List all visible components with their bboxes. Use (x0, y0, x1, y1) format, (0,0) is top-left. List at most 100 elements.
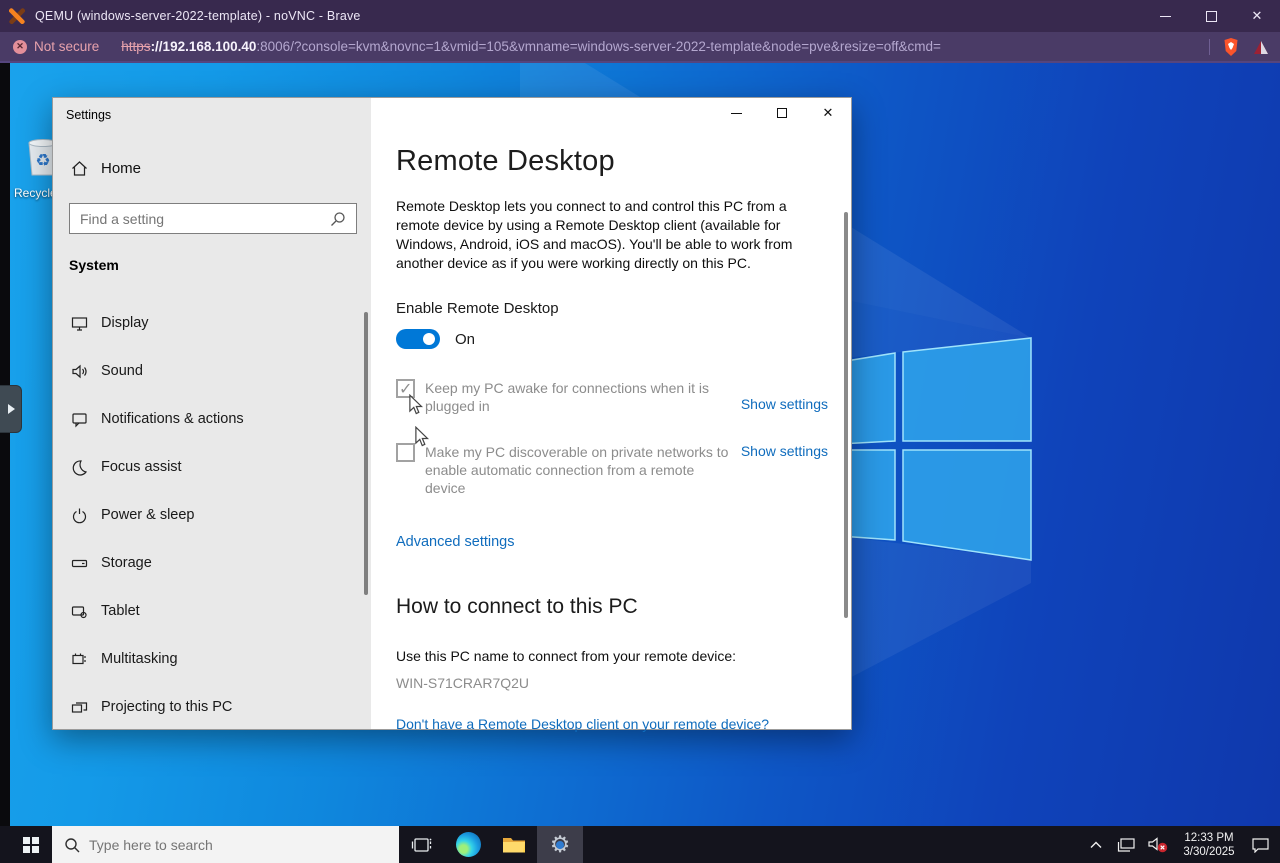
keep-awake-row: Keep my PC awake for connections when it… (396, 379, 828, 415)
clock-date: 3/30/2025 (1177, 845, 1241, 859)
taskbar-search-box[interactable] (52, 826, 399, 863)
url-scheme: https (121, 39, 150, 54)
discoverable-row: Make my PC discoverable on private netwo… (396, 443, 828, 497)
sidebar-item-focus-assist[interactable]: Focus assist (53, 443, 371, 491)
sidebar-item-projecting[interactable]: Projecting to this PC (53, 683, 371, 731)
minimize-icon (1160, 16, 1171, 17)
system-tray: 12:33 PM 3/30/2025 (1084, 826, 1280, 863)
display-icon (71, 315, 88, 332)
discoverable-label: Make my PC discoverable on private netwo… (425, 443, 731, 497)
svg-text:♻: ♻ (35, 151, 50, 170)
search-icon (64, 837, 80, 853)
sidebar-item-home[interactable]: Home (71, 160, 271, 177)
page-title: Remote Desktop (396, 145, 851, 178)
discoverable-checkbox[interactable] (396, 443, 415, 462)
page-intro-text: Remote Desktop lets you connect to and c… (396, 197, 812, 273)
novnc-control-bar-handle[interactable] (0, 385, 22, 433)
settings-search-input[interactable] (70, 211, 330, 227)
settings-window: ✕ Settings Home System Display (52, 97, 852, 730)
network-status-button[interactable] (1115, 826, 1139, 863)
start-button[interactable] (10, 826, 52, 863)
browser-maximize-button[interactable] (1188, 0, 1234, 32)
pc-name-instruction: Use this PC name to connect from your re… (396, 648, 851, 664)
settings-search-box[interactable] (69, 203, 357, 234)
content-scrollbar[interactable] (844, 212, 848, 618)
taskbar-search-input[interactable] (89, 837, 339, 853)
nav-label: Power & sleep (101, 507, 195, 523)
no-client-link[interactable]: Don't have a Remote Desktop client on yo… (396, 716, 851, 732)
remote-desktop-page: Remote Desktop Remote Desktop lets you c… (371, 98, 851, 729)
clock-time: 12:33 PM (1177, 831, 1241, 845)
task-view-icon (411, 836, 433, 854)
browser-window-title: QEMU (windows-server-2022-template) - no… (35, 9, 361, 23)
sidebar-item-multitasking[interactable]: Multitasking (53, 635, 371, 683)
browser-urlbar[interactable]: ✕ Not secure https://192.168.100.40:8006… (0, 32, 1280, 61)
brave-shield-icon[interactable] (1222, 37, 1240, 57)
urlbar-separator (1209, 39, 1210, 55)
extension-triangle-icon[interactable] (1252, 38, 1270, 56)
nav-label: Sound (101, 363, 143, 379)
edge-icon (456, 832, 481, 857)
browser-titlebar: QEMU (windows-server-2022-template) - no… (0, 0, 1280, 32)
search-icon (330, 211, 346, 227)
address-url[interactable]: https://192.168.100.40:8006/?console=kvm… (121, 39, 941, 54)
discoverable-show-settings-link[interactable]: Show settings (741, 443, 828, 459)
gear-center-dot (556, 841, 564, 849)
storage-icon (71, 555, 88, 572)
url-path: :8006/?console=kvm&novnc=1&vmid=105&vmna… (256, 39, 941, 54)
file-explorer-button[interactable] (491, 826, 537, 863)
settings-minimize-button[interactable] (713, 98, 759, 128)
sidebar-item-storage[interactable]: Storage (53, 539, 371, 587)
task-view-button[interactable] (399, 826, 445, 863)
sidebar-scrollbar[interactable] (364, 312, 368, 595)
multitasking-icon (71, 651, 88, 668)
pc-name-value: WIN-S71CRAR7Q2U (396, 675, 851, 691)
not-secure-icon[interactable]: ✕ (13, 40, 27, 54)
nav-label: Notifications & actions (101, 411, 244, 427)
settings-nav-list: Display Sound Notifications & actions Fo… (53, 299, 371, 731)
action-center-button[interactable] (1248, 826, 1272, 863)
settings-app-button[interactable]: ⚙ (537, 826, 583, 863)
toggle-knob (423, 333, 435, 345)
edge-browser-button[interactable] (445, 826, 491, 863)
nav-label: Display (101, 315, 149, 331)
show-hidden-icons-button[interactable] (1084, 826, 1108, 863)
nav-label: Tablet (101, 603, 140, 619)
enable-remote-desktop-label: Enable Remote Desktop (396, 300, 851, 317)
settings-maximize-button[interactable] (759, 98, 805, 128)
browser-minimize-button[interactable] (1142, 0, 1188, 32)
taskbar-clock[interactable]: 12:33 PM 3/30/2025 (1177, 831, 1241, 859)
notifications-icon (71, 411, 88, 428)
nav-label: Storage (101, 555, 152, 571)
how-to-connect-title: How to connect to this PC (396, 595, 851, 619)
mouse-cursor (408, 394, 424, 416)
keep-awake-show-settings-link[interactable]: Show settings (741, 396, 828, 412)
expand-arrow-icon (8, 404, 15, 414)
novnc-favicon-icon (9, 8, 25, 24)
minimize-icon (731, 113, 742, 114)
ethernet-network-icon (1117, 837, 1137, 853)
focus-assist-icon (71, 459, 88, 476)
sidebar-item-notifications[interactable]: Notifications & actions (53, 395, 371, 443)
power-icon (71, 507, 88, 524)
vnc-letterbox-strip (0, 63, 10, 863)
maximize-icon (1206, 11, 1217, 22)
advanced-settings-link[interactable]: Advanced settings (396, 534, 851, 550)
home-icon (71, 160, 88, 177)
settings-sidebar: Settings Home System Display (53, 98, 371, 729)
sidebar-item-display[interactable]: Display (53, 299, 371, 347)
sidebar-item-power-sleep[interactable]: Power & sleep (53, 491, 371, 539)
settings-close-button[interactable]: ✕ (805, 98, 851, 128)
nav-label: Focus assist (101, 459, 182, 475)
windows-logo-icon (23, 837, 39, 853)
maximize-icon (777, 108, 787, 118)
volume-button[interactable] (1146, 826, 1170, 863)
nav-label: Multitasking (101, 651, 178, 667)
sidebar-section-system: System (69, 257, 119, 273)
sidebar-item-sound[interactable]: Sound (53, 347, 371, 395)
projecting-icon (71, 699, 88, 716)
enable-remote-desktop-toggle[interactable] (396, 329, 440, 349)
browser-close-button[interactable]: ✕ (1234, 0, 1280, 32)
sidebar-item-tablet[interactable]: Tablet (53, 587, 371, 635)
not-secure-label[interactable]: Not secure (34, 39, 99, 54)
